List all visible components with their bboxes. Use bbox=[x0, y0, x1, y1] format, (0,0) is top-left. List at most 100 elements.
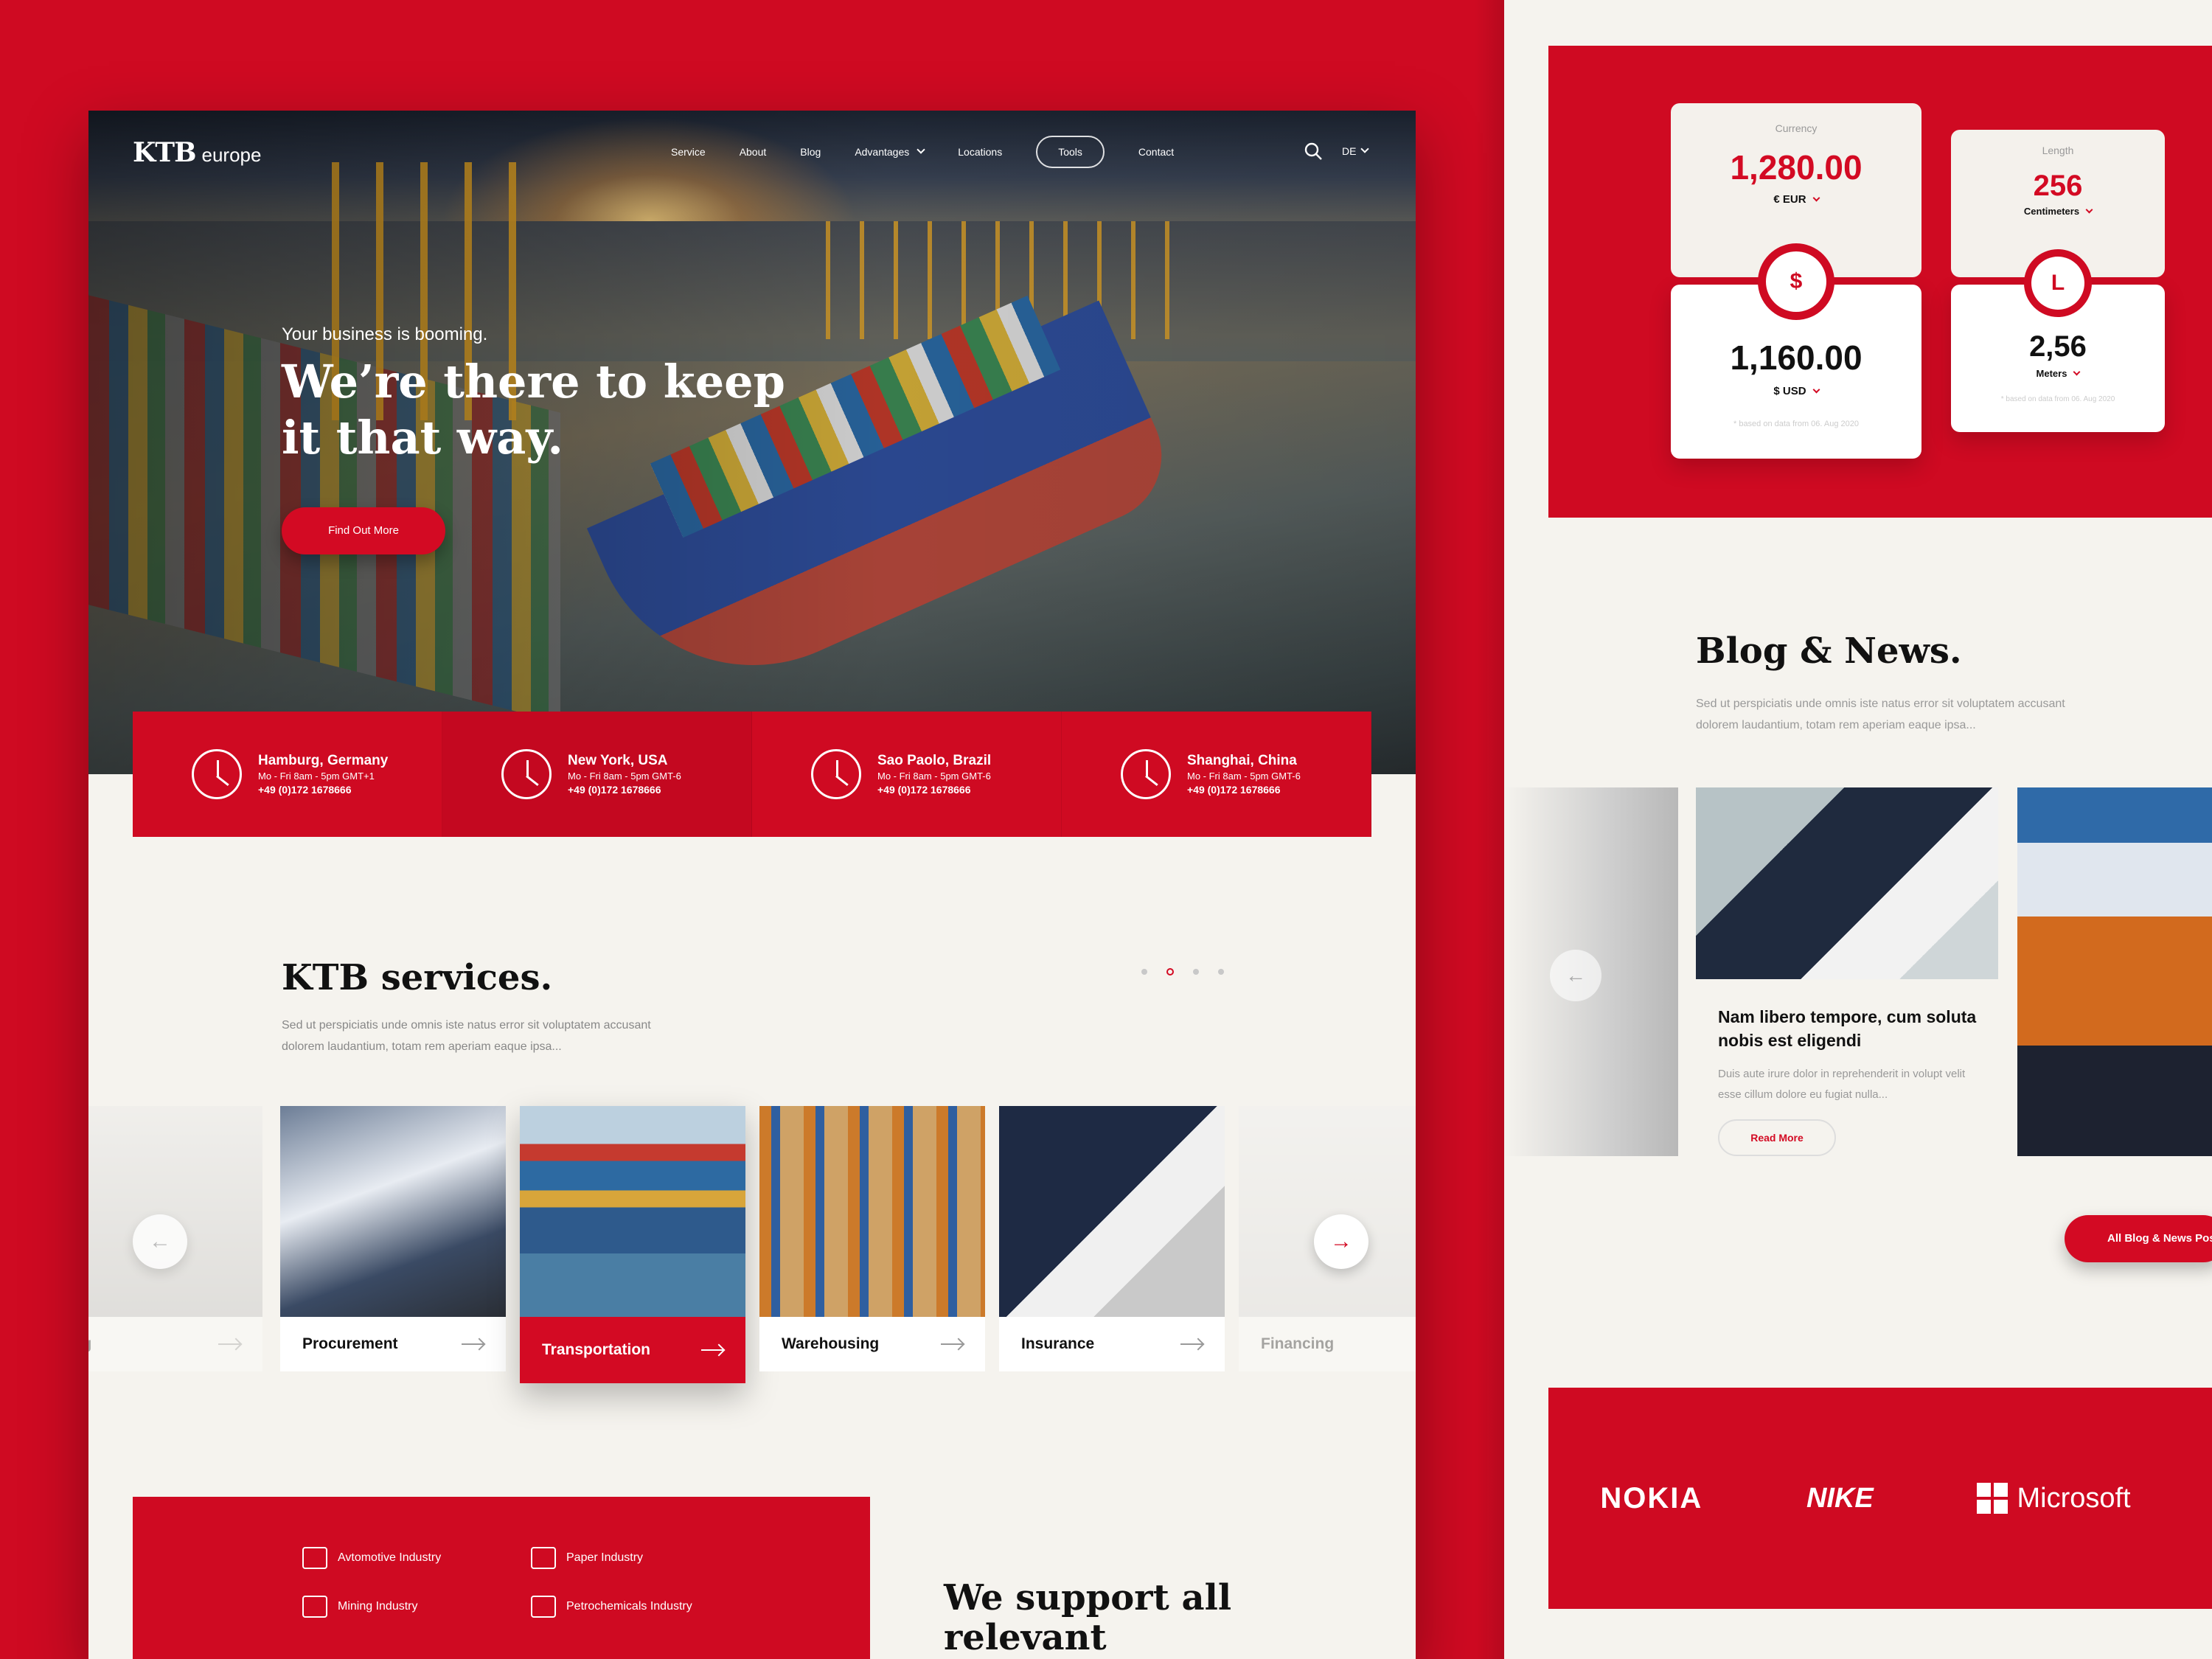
chevron-down-icon bbox=[2073, 368, 2081, 376]
blog-card[interactable]: Nam libero tempore, cum soluta nobis est… bbox=[1696, 787, 1998, 1156]
pagination-dot[interactable] bbox=[1141, 969, 1147, 975]
carousel-next-button[interactable]: → bbox=[1314, 1214, 1368, 1269]
office-locations-bar: Hamburg, Germany Mo - Fri 8am - 5pm GMT+… bbox=[133, 712, 1371, 837]
read-more-button[interactable]: Read More bbox=[1718, 1119, 1836, 1156]
language-switch[interactable]: DE bbox=[1342, 143, 1370, 159]
industry-petrochemicals[interactable]: Petrochemicals Industry bbox=[531, 1596, 692, 1618]
blog-prev-button[interactable]: ← bbox=[1550, 950, 1601, 1001]
office-new-york[interactable]: New York, USA Mo - Fri 8am - 5pm GMT-6 +… bbox=[442, 712, 752, 837]
length-swap-button[interactable]: L bbox=[2024, 249, 2092, 317]
search-icon[interactable] bbox=[1304, 142, 1323, 161]
industry-automotive[interactable]: Avtomotive Industry bbox=[302, 1547, 441, 1569]
services-title: KTB services. bbox=[282, 957, 553, 998]
office-shanghai[interactable]: Shanghai, China Mo - Fri 8am - 5pm GMT-6… bbox=[1062, 712, 1371, 837]
chevron-down-icon bbox=[917, 145, 925, 154]
chevron-down-icon bbox=[1812, 194, 1820, 202]
currency-to-select[interactable]: $ USD bbox=[1671, 385, 1921, 397]
currency-from-select[interactable]: € EUR bbox=[1671, 193, 1921, 206]
clock-icon bbox=[192, 749, 242, 799]
chevron-down-icon bbox=[1360, 145, 1370, 153]
nav-item-about[interactable]: About bbox=[740, 136, 789, 168]
industry-paper[interactable]: Paper Industry bbox=[531, 1547, 643, 1569]
length-from-select[interactable]: Centimeters bbox=[1951, 206, 2165, 217]
brand-logo-nike: NIKE bbox=[1806, 1482, 1874, 1514]
office-hamburg[interactable]: Hamburg, Germany Mo - Fri 8am - 5pm GMT+… bbox=[133, 712, 442, 837]
industry-mining[interactable]: Mining Industry bbox=[302, 1596, 418, 1618]
nav-item-advantages-label: Advantages bbox=[855, 146, 910, 158]
chevron-down-icon bbox=[2085, 206, 2093, 214]
service-card-label: Procurement bbox=[302, 1335, 398, 1352]
blog-card-title[interactable]: Nam libero tempore, cum soluta nobis est… bbox=[1718, 1005, 1983, 1052]
industries-panel: Avtomotive Industry Paper Industry Minin… bbox=[133, 1497, 870, 1659]
office-city: Hamburg, Germany bbox=[258, 753, 389, 768]
find-out-more-button[interactable]: Find Out More bbox=[282, 507, 445, 554]
nav-item-advantages[interactable]: Advantages bbox=[855, 136, 946, 168]
logo-mark: KTB bbox=[133, 137, 197, 168]
nav-item-contact[interactable]: Contact bbox=[1138, 136, 1196, 168]
page-divider-shadow bbox=[1475, 0, 1504, 1659]
services-description: Sed ut perspiciatis unde omnis iste natu… bbox=[282, 1019, 651, 1053]
office-phone: +49 (0)172 1678666 bbox=[1187, 784, 1281, 796]
service-card-image bbox=[520, 1106, 745, 1317]
logo[interactable]: KTB europe bbox=[133, 137, 261, 168]
pagination-dot[interactable] bbox=[1218, 969, 1224, 975]
currency-swap-button[interactable]: $ bbox=[1758, 243, 1834, 320]
service-card-image bbox=[1239, 1106, 1416, 1317]
pagination-dot[interactable] bbox=[1193, 969, 1199, 975]
logo-subtitle: europe bbox=[201, 144, 262, 166]
service-card-label: Transportation bbox=[542, 1341, 651, 1358]
blog-card-next-image[interactable] bbox=[2017, 787, 2212, 1156]
service-card-insurance[interactable]: Insurance bbox=[999, 1106, 1225, 1371]
partner-brands-panel: NOKIA NIKE Microsoft bbox=[1548, 1388, 2212, 1609]
service-card-label: Warehousing bbox=[782, 1335, 880, 1352]
nav-item-service[interactable]: Service bbox=[671, 136, 728, 168]
all-blog-posts-button[interactable]: All Blog & News Posts bbox=[2065, 1215, 2212, 1262]
converter-label: Currency bbox=[1775, 122, 1818, 134]
service-card-label: Financing bbox=[1261, 1335, 1335, 1352]
industry-label: Avtomotive Industry bbox=[338, 1551, 442, 1564]
length-to-value[interactable]: 2,56 bbox=[1951, 330, 2165, 364]
truck-icon bbox=[302, 1547, 327, 1569]
brand-logo-microsoft: Microsoft bbox=[1977, 1482, 2131, 1514]
office-sao-paolo[interactable]: Sao Paolo, Brazil Mo - Fri 8am - 5pm GMT… bbox=[752, 712, 1062, 837]
chevron-down-icon bbox=[1812, 386, 1820, 394]
clock-icon bbox=[501, 749, 552, 799]
industry-label: Petrochemicals Industry bbox=[566, 1600, 692, 1613]
blog-title: Blog & News. bbox=[1696, 630, 1962, 672]
arrow-right-icon: → bbox=[1330, 1229, 1352, 1253]
service-card-transportation[interactable]: Transportation bbox=[520, 1106, 745, 1383]
service-card-procurement[interactable]: Procurement bbox=[280, 1106, 506, 1371]
arrow-right-icon bbox=[941, 1343, 963, 1345]
pagination-dot-active[interactable] bbox=[1166, 968, 1174, 975]
clock-icon bbox=[1121, 749, 1171, 799]
blog-card-image bbox=[1696, 787, 1998, 979]
length-from-unit: Centimeters bbox=[2023, 206, 2080, 217]
converter-note: * based on data from 06. Aug 2020 bbox=[2000, 395, 2115, 403]
currency-from-unit: € EUR bbox=[1773, 193, 1806, 206]
carousel-prev-button[interactable]: ← bbox=[133, 1214, 187, 1269]
nav-item-locations[interactable]: Locations bbox=[958, 136, 1024, 168]
length-to-unit: Meters bbox=[2036, 368, 2067, 379]
arrow-right-icon bbox=[218, 1343, 240, 1345]
brand-logo-nokia: NOKIA bbox=[1600, 1481, 1703, 1514]
arrow-left-icon: ← bbox=[149, 1229, 171, 1253]
service-card-image bbox=[759, 1106, 985, 1317]
currency-from-value[interactable]: 1,280.00 bbox=[1671, 147, 1921, 187]
length-to-select[interactable]: Meters bbox=[1951, 368, 2165, 379]
service-card-label: ding bbox=[88, 1335, 91, 1353]
brand-logo-microsoft-text: Microsoft bbox=[2017, 1482, 2131, 1514]
service-card-warehousing[interactable]: Warehousing bbox=[759, 1106, 985, 1371]
nav-item-tools[interactable]: Tools bbox=[1036, 136, 1105, 168]
office-phone: +49 (0)172 1678666 bbox=[877, 784, 971, 796]
arrow-right-icon bbox=[701, 1349, 723, 1351]
office-phone: +49 (0)172 1678666 bbox=[258, 784, 352, 796]
services-pagination bbox=[1141, 968, 1224, 975]
money-hand-icon: $ bbox=[1766, 251, 1826, 312]
length-from-value[interactable]: 256 bbox=[1951, 170, 2165, 203]
office-city: Shanghai, China bbox=[1187, 753, 1297, 768]
arrow-left-icon: ← bbox=[1565, 964, 1586, 987]
nav-item-blog[interactable]: Blog bbox=[800, 136, 843, 168]
service-card-label: Insurance bbox=[1021, 1335, 1095, 1352]
pickaxe-icon bbox=[302, 1596, 327, 1618]
currency-to-value[interactable]: 1,160.00 bbox=[1671, 338, 1921, 378]
